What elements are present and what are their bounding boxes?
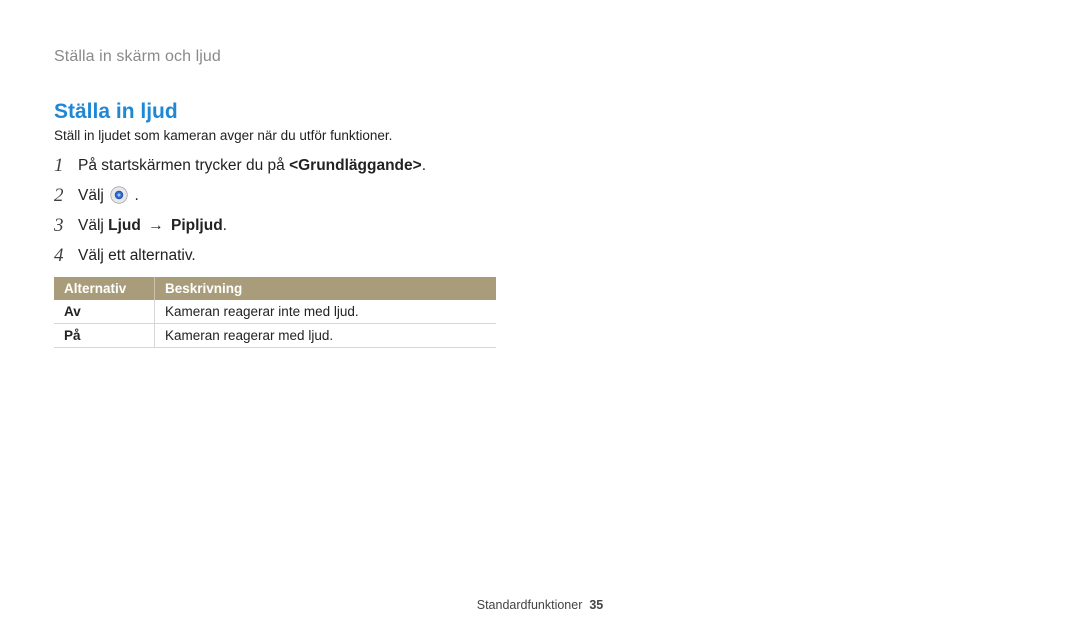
table-row: På Kameran reagerar med ljud.	[54, 324, 496, 348]
section-title: Ställa in ljud	[54, 100, 1018, 124]
step-prefix: På startskärmen trycker du på	[78, 157, 289, 174]
step-text: Välj ett alternativ.	[78, 245, 1018, 267]
page-number: 35	[589, 598, 603, 612]
step-number: 2	[54, 185, 78, 207]
option-description: Kameran reagerar med ljud.	[155, 324, 497, 348]
step-4: 4 Välj ett alternativ.	[54, 245, 1018, 267]
options-table: Alternativ Beskrivning Av Kameran reager…	[54, 277, 496, 348]
option-name: Av	[54, 300, 155, 324]
step-text: På startskärmen trycker du på <Grundlägg…	[78, 155, 1018, 177]
step-text: Välj Ljud → Pipljud.	[78, 215, 1018, 237]
page-content: Ställa in skärm och ljud Ställa in ljud …	[0, 0, 1080, 348]
table-header-row: Alternativ Beskrivning	[54, 277, 496, 300]
step-3: 3 Välj Ljud → Pipljud.	[54, 215, 1018, 237]
option-name: På	[54, 324, 155, 348]
option-description: Kameran reagerar inte med ljud.	[155, 300, 497, 324]
step-suffix: .	[134, 187, 138, 204]
step-text: Välj .	[78, 185, 1018, 207]
step-number: 1	[54, 155, 78, 177]
step-number: 3	[54, 215, 78, 237]
step-prefix: Välj ett alternativ.	[78, 247, 196, 264]
footer-label: Standardfunktioner	[477, 598, 583, 612]
steps-list: 1 På startskärmen trycker du på <Grundlä…	[54, 155, 1018, 267]
step-suffix: .	[422, 157, 426, 174]
step-prefix: Välj	[78, 187, 108, 204]
gear-icon	[110, 186, 128, 204]
step-bold: <Grundläggande>	[289, 157, 422, 174]
page-footer: Standardfunktioner 35	[0, 598, 1080, 612]
step-bold-2: Pipljud	[171, 217, 223, 234]
breadcrumb: Ställa in skärm och ljud	[54, 48, 1018, 66]
section-description: Ställ in ljudet som kameran avger när du…	[54, 128, 1018, 143]
step-suffix: .	[223, 217, 227, 234]
step-1: 1 På startskärmen trycker du på <Grundlä…	[54, 155, 1018, 177]
step-number: 4	[54, 245, 78, 267]
header-beskrivning: Beskrivning	[155, 277, 497, 300]
table-row: Av Kameran reagerar inte med ljud.	[54, 300, 496, 324]
step-bold: Ljud	[108, 217, 141, 234]
step-2: 2 Välj .	[54, 185, 1018, 207]
arrow-icon: →	[148, 215, 164, 237]
step-prefix: Välj	[78, 217, 108, 234]
header-alternativ: Alternativ	[54, 277, 155, 300]
